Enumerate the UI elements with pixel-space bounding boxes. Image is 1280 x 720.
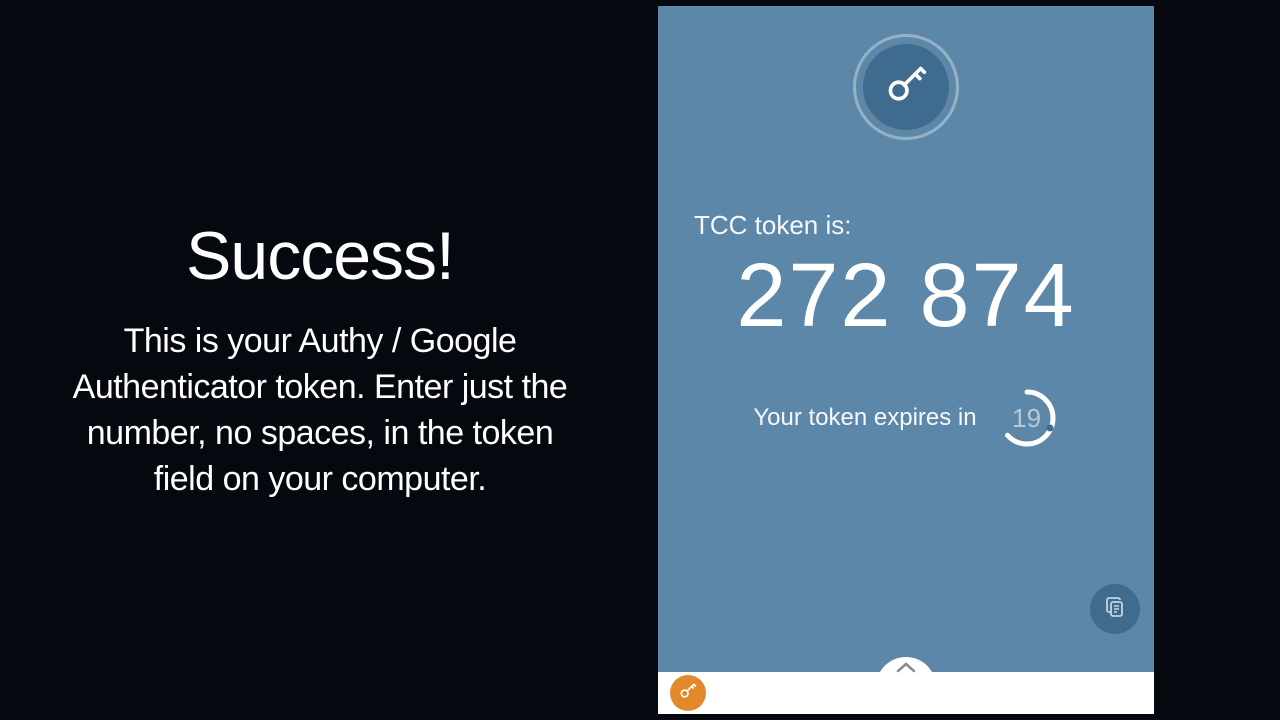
key-icon — [678, 681, 698, 706]
phone-container: TCC token is: 272 874 Your token expires… — [640, 0, 1280, 720]
drawer-pull[interactable] — [876, 657, 936, 687]
expires-label: Your token expires in — [753, 404, 976, 432]
token-area: TCC token is: 272 874 Your token expires… — [658, 6, 1154, 672]
instruction-body: This is your Authy / Google Authenticato… — [60, 319, 580, 503]
account-chip[interactable] — [670, 675, 706, 711]
token-value: 272 874 — [736, 245, 1075, 348]
success-heading: Success! — [186, 217, 454, 295]
countdown-timer: 19 — [995, 386, 1059, 450]
token-label: TCC token is: — [694, 210, 852, 241]
copy-token-button[interactable] — [1090, 584, 1140, 634]
expires-row: Your token expires in 19 — [753, 386, 1058, 450]
key-badge — [853, 34, 959, 140]
instruction-panel: Success! This is your Authy / Google Aut… — [0, 0, 640, 720]
countdown-seconds: 19 — [995, 386, 1059, 450]
copy-icon — [1103, 595, 1127, 624]
chevron-up-icon — [895, 661, 917, 680]
key-icon — [884, 63, 928, 112]
authy-screen: TCC token is: 272 874 Your token expires… — [658, 6, 1154, 714]
